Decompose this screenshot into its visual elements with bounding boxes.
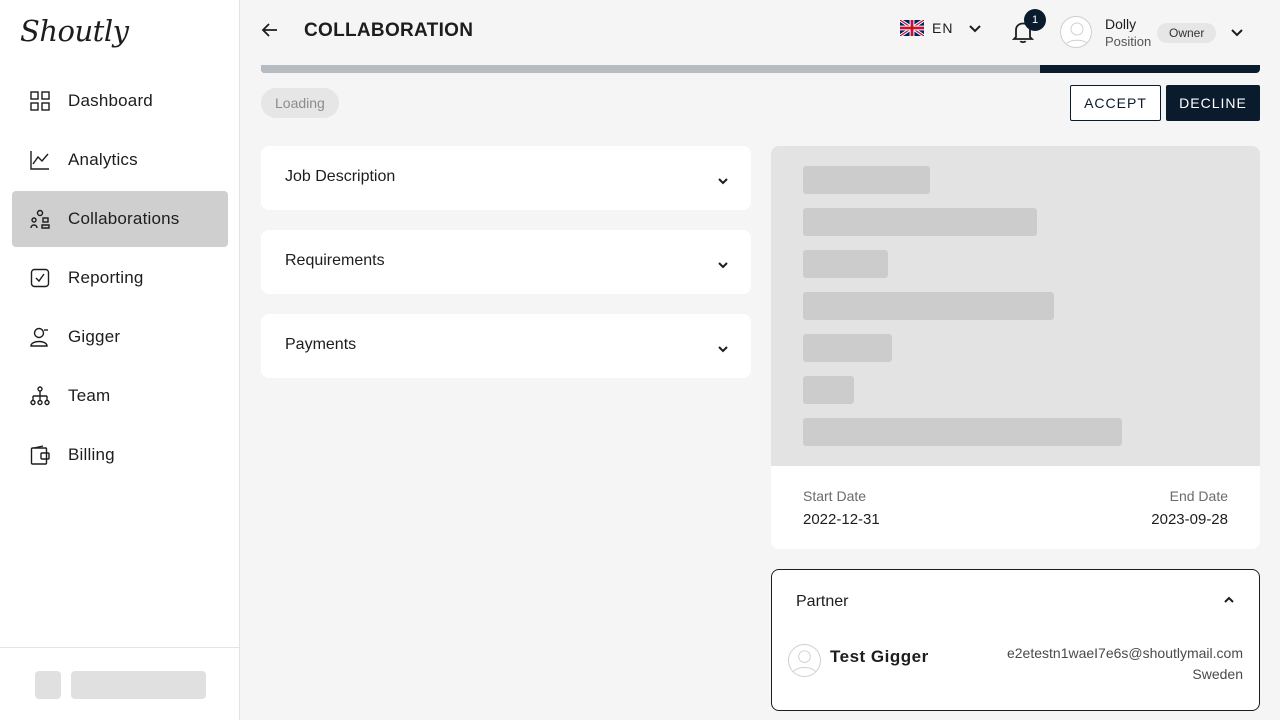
sidebar-item-label: Analytics xyxy=(68,150,138,169)
language-selector[interactable]: EN xyxy=(900,20,983,36)
decline-button[interactable]: DECLINE xyxy=(1166,85,1260,121)
sidebar-item-label: Collaborations xyxy=(68,209,180,228)
skeleton-loader xyxy=(771,146,1260,466)
sidebar-item-reporting[interactable]: Reporting xyxy=(12,250,228,306)
role-badge: Owner xyxy=(1157,23,1217,43)
sidebar-item-dashboard[interactable]: Dashboard xyxy=(12,73,228,129)
skeleton-line xyxy=(803,292,1054,320)
end-date-label: End Date xyxy=(1169,488,1228,504)
progress-fill xyxy=(261,65,1041,73)
skeleton-line xyxy=(803,208,1037,236)
status-badge: Loading xyxy=(261,88,339,118)
billing-icon xyxy=(30,445,50,465)
requirements-accordion[interactable]: Requirements xyxy=(261,230,751,294)
chevron-down-icon[interactable] xyxy=(1229,24,1245,40)
sidebar-item-collaborations[interactable]: Collaborations xyxy=(12,191,228,247)
chevron-up-icon[interactable] xyxy=(1221,592,1237,608)
back-button[interactable] xyxy=(260,20,280,40)
payments-accordion[interactable]: Payments xyxy=(261,314,751,378)
user-avatar[interactable] xyxy=(1060,16,1092,48)
user-name: Dolly xyxy=(1105,16,1137,32)
skeleton-avatar xyxy=(35,671,61,699)
sidebar-item-label: Dashboard xyxy=(68,91,153,110)
accordion-title: Payments xyxy=(285,336,357,353)
reporting-icon xyxy=(30,268,50,288)
partner-name: Test Gigger xyxy=(830,647,929,666)
sidebar-item-analytics[interactable]: Analytics xyxy=(12,132,228,188)
sidebar-item-billing[interactable]: Billing xyxy=(12,427,228,483)
sidebar-item-team[interactable]: Team xyxy=(12,368,228,424)
partner-country: Sweden xyxy=(1192,666,1243,682)
dashboard-icon xyxy=(30,91,50,111)
sidebar: Shoutly Dashboard Analytics Collaboratio… xyxy=(0,0,240,720)
collaborations-icon xyxy=(30,209,50,229)
gigger-icon xyxy=(30,327,50,347)
chevron-down-icon xyxy=(969,25,982,33)
end-date-value: 2023-09-28 xyxy=(1151,511,1228,528)
skeleton-line xyxy=(803,250,888,278)
chevron-down-icon xyxy=(718,178,728,185)
skeleton-line xyxy=(803,418,1122,446)
page-title: COLLABORATION xyxy=(304,20,474,41)
chevron-down-icon xyxy=(718,262,728,269)
partner-email[interactable]: e2etestn1waeI7e6s@shoutlymail.com xyxy=(1007,645,1243,661)
accept-button[interactable]: ACCEPT xyxy=(1070,85,1161,121)
skeleton-line xyxy=(803,334,892,362)
avatar-placeholder-icon xyxy=(1064,22,1090,47)
chevron-down-icon xyxy=(718,346,728,353)
avatar-placeholder-icon xyxy=(792,650,817,675)
partner-card: Partner Test Gigger e2etestn1waeI7e6s@sh… xyxy=(771,569,1260,711)
team-icon xyxy=(30,386,50,406)
partner-title: Partner xyxy=(796,593,849,610)
sidebar-item-gigger[interactable]: Gigger xyxy=(12,309,228,365)
start-date-label: Start Date xyxy=(803,488,867,504)
sidebar-item-label: Reporting xyxy=(68,268,144,287)
progress-bar xyxy=(261,65,1260,73)
notification-count-badge: 1 xyxy=(1024,9,1046,31)
collaboration-info-card: Start Date 2022-12-31 End Date 2023-09-2… xyxy=(771,146,1260,549)
user-position: Position xyxy=(1105,34,1152,49)
analytics-icon xyxy=(30,150,50,170)
arrow-left-icon xyxy=(261,23,277,37)
skeleton-line xyxy=(803,376,854,404)
skeleton-line xyxy=(803,166,930,194)
start-date-value: 2022-12-31 xyxy=(803,511,880,528)
sidebar-item-label: Team xyxy=(68,386,111,405)
sidebar-item-label: Billing xyxy=(68,445,115,464)
accordion-title: Requirements xyxy=(285,252,385,269)
skeleton-label xyxy=(71,671,206,699)
sidebar-footer xyxy=(0,647,240,720)
shoutly-logo[interactable]: Shoutly xyxy=(20,14,129,48)
job-description-accordion[interactable]: Job Description xyxy=(261,146,751,210)
uk-flag-icon xyxy=(900,20,924,36)
sidebar-item-label: Gigger xyxy=(68,327,121,346)
accordion-title: Job Description xyxy=(285,168,396,185)
partner-avatar xyxy=(788,644,821,677)
language-code: EN xyxy=(932,20,954,36)
